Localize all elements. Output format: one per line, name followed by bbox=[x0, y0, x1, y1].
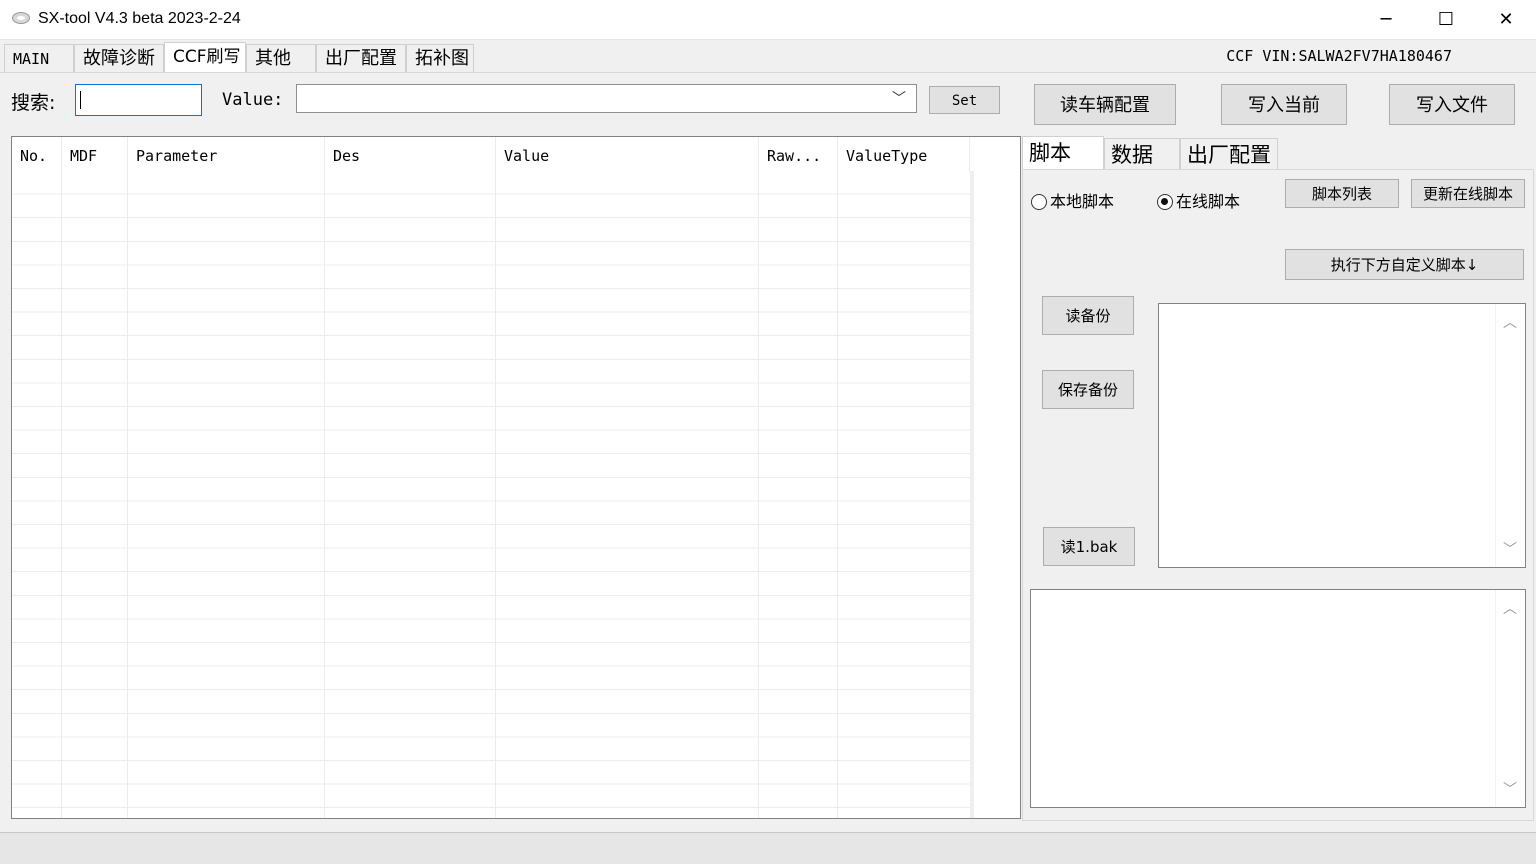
online-script-radio[interactable]: 在线脚本 bbox=[1157, 188, 1240, 212]
chevron-up-icon[interactable]: ︿ bbox=[1503, 312, 1517, 332]
save-backup-button[interactable]: 保存备份 bbox=[1042, 370, 1134, 409]
online-script-label: 在线脚本 bbox=[1176, 192, 1241, 211]
tab-factory-config[interactable]: 出厂配置 bbox=[316, 44, 406, 72]
tab-ccf-flash[interactable]: CCF刷写 bbox=[164, 42, 246, 72]
search-label: 搜索: bbox=[11, 92, 56, 114]
chevron-down-icon[interactable]: ﹀ bbox=[1503, 539, 1517, 559]
read-backup-button[interactable]: 读备份 bbox=[1042, 296, 1134, 335]
tab-right-factory-config[interactable]: 出厂配置 bbox=[1180, 138, 1278, 170]
log-scrollbar[interactable]: ︿ ﹀ bbox=[1495, 590, 1525, 807]
value-label: Value: bbox=[222, 90, 284, 110]
script-list-button[interactable]: 脚本列表 bbox=[1285, 179, 1399, 208]
title-bar: SX-tool V4.3 beta 2023-2-24 ─ ☐ ✕ bbox=[0, 0, 1536, 40]
column-header-value[interactable]: Value bbox=[496, 137, 759, 171]
column-header-mdf[interactable]: MDF bbox=[62, 137, 128, 171]
search-input[interactable] bbox=[75, 84, 202, 116]
chevron-up-icon[interactable]: ︿ bbox=[1503, 598, 1517, 618]
maximize-button[interactable]: ☐ bbox=[1416, 0, 1476, 40]
update-online-script-button[interactable]: 更新在线脚本 bbox=[1411, 179, 1525, 208]
grid-body[interactable] bbox=[12, 171, 970, 818]
parameter-grid[interactable]: No. MDF Parameter Des Value Raw... Value… bbox=[11, 136, 1021, 819]
read-vehicle-config-button[interactable]: 读车辆配置 bbox=[1034, 84, 1176, 125]
close-button[interactable]: ✕ bbox=[1476, 0, 1536, 40]
grid-scrollbar[interactable] bbox=[970, 171, 974, 818]
write-current-button[interactable]: 写入当前 bbox=[1221, 84, 1347, 125]
status-bar bbox=[0, 832, 1536, 864]
local-script-label: 本地脚本 bbox=[1050, 192, 1115, 211]
log-textarea[interactable]: ︿ ﹀ bbox=[1030, 589, 1526, 808]
set-button[interactable]: Set bbox=[929, 86, 1000, 114]
grid-divider bbox=[61, 171, 62, 818]
tab-fault-diagnosis[interactable]: 故障诊断 bbox=[74, 44, 164, 72]
grid-divider bbox=[127, 171, 128, 818]
script-scrollbar[interactable]: ︿ ﹀ bbox=[1495, 304, 1525, 567]
window-title: SX-tool V4.3 beta 2023-2-24 bbox=[38, 10, 241, 27]
chevron-down-icon: ﹀ bbox=[892, 91, 906, 107]
grid-divider bbox=[324, 171, 325, 818]
script-textarea[interactable]: ︿ ﹀ bbox=[1158, 303, 1526, 568]
value-dropdown[interactable]: ﹀ bbox=[296, 84, 917, 113]
read-1-bak-button[interactable]: 读1.bak bbox=[1043, 527, 1135, 566]
column-header-no[interactable]: No. bbox=[12, 137, 62, 171]
app-logo-icon bbox=[12, 12, 30, 24]
local-script-radio[interactable]: 本地脚本 bbox=[1031, 188, 1114, 212]
column-header-des[interactable]: Des bbox=[325, 137, 496, 171]
radio-unselected-icon bbox=[1031, 194, 1047, 210]
tab-data[interactable]: 数据 bbox=[1104, 138, 1180, 170]
vin-label: CCF VIN:SALWA2FV7HA180467 bbox=[1226, 47, 1452, 65]
tab-script[interactable]: 脚本 bbox=[1022, 136, 1104, 170]
grid-divider bbox=[758, 171, 759, 818]
write-file-button[interactable]: 写入文件 bbox=[1389, 84, 1515, 125]
chevron-down-icon[interactable]: ﹀ bbox=[1503, 779, 1517, 799]
column-header-raw[interactable]: Raw... bbox=[759, 137, 838, 171]
tab-topology[interactable]: 拓补图 bbox=[406, 44, 474, 72]
grid-divider bbox=[495, 171, 496, 818]
run-custom-script-button[interactable]: 执行下方自定义脚本↓ bbox=[1285, 249, 1524, 280]
grid-header: No. MDF Parameter Des Value Raw... Value… bbox=[12, 137, 970, 171]
tab-other[interactable]: 其他 bbox=[246, 44, 316, 72]
column-header-parameter[interactable]: Parameter bbox=[128, 137, 325, 171]
radio-selected-icon bbox=[1157, 194, 1173, 210]
column-header-valuetype[interactable]: ValueType bbox=[838, 137, 970, 171]
grid-divider bbox=[837, 171, 838, 818]
minimize-button[interactable]: ─ bbox=[1356, 0, 1416, 40]
tab-main[interactable]: MAIN bbox=[4, 44, 74, 72]
